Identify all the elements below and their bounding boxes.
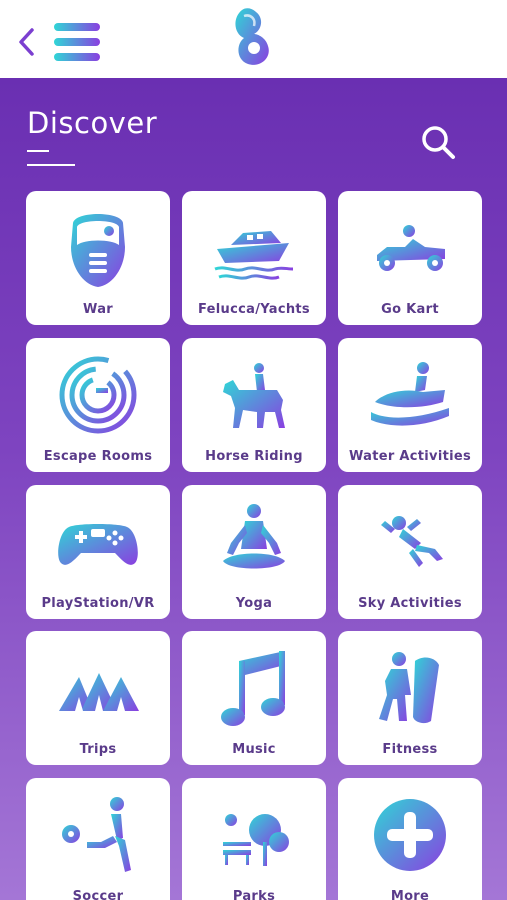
category-card-water-activities[interactable]: Water Activities — [338, 338, 482, 472]
tents-icon — [59, 673, 139, 711]
maze-icon — [59, 356, 137, 434]
music-note-icon — [221, 651, 285, 726]
category-card-music[interactable]: Music — [182, 631, 326, 765]
category-label: Trips — [79, 742, 117, 757]
horse-rider-icon — [223, 363, 285, 428]
category-label: PlayStation/VR — [41, 596, 155, 611]
category-card-playstation-vr[interactable]: PlayStation/VR — [26, 485, 170, 619]
category-label: Felucca/Yachts — [198, 302, 310, 317]
jet-ski-icon — [371, 362, 449, 426]
soccer-player-icon — [62, 797, 131, 872]
category-label: Fitness — [382, 742, 438, 757]
category-label: Soccer — [72, 889, 124, 900]
category-card-soccer[interactable]: Soccer — [26, 778, 170, 900]
fitness-icon — [379, 652, 439, 724]
category-label: Horse Riding — [205, 449, 303, 464]
category-card-fitness[interactable]: Fitness — [338, 631, 482, 765]
plus-icon — [374, 799, 446, 871]
category-card-parks[interactable]: Parks — [182, 778, 326, 900]
title-underline — [27, 150, 49, 152]
gamepad-icon — [58, 524, 138, 565]
category-label: Water Activities — [348, 449, 471, 464]
yacht-icon — [214, 231, 294, 280]
page-title: Discover — [27, 106, 158, 140]
title-underline-long — [27, 164, 75, 166]
yoga-icon — [223, 504, 285, 569]
category-label: Sky Activities — [358, 596, 462, 611]
hamburger-menu-icon[interactable] — [52, 20, 104, 64]
category-card-yachts[interactable]: Felucca/Yachts — [182, 191, 326, 325]
app-logo-icon — [235, 8, 269, 65]
category-label: Escape Rooms — [43, 449, 153, 464]
category-card-go-kart[interactable]: Go Kart — [338, 191, 482, 325]
discover-panel: Discover War Felucca/Yachts Go Kart Esca… — [0, 78, 507, 900]
category-card-horse-riding[interactable]: Horse Riding — [182, 338, 326, 472]
search-icon[interactable] — [418, 122, 458, 162]
category-label: More — [390, 889, 430, 900]
category-card-trips[interactable]: Trips — [26, 631, 170, 765]
category-label: Music — [232, 742, 276, 757]
category-card-more[interactable]: More — [338, 778, 482, 900]
category-label: Parks — [232, 889, 276, 900]
category-card-escape-rooms[interactable]: Escape Rooms — [26, 338, 170, 472]
category-label: War — [83, 302, 113, 317]
go-kart-icon — [377, 225, 445, 271]
category-card-war[interactable]: War — [26, 191, 170, 325]
category-card-yoga[interactable]: Yoga — [182, 485, 326, 619]
paintball-mask-icon — [71, 214, 125, 287]
top-bar — [0, 0, 507, 78]
category-card-sky-activities[interactable]: Sky Activities — [338, 485, 482, 619]
category-label: Go Kart — [381, 302, 439, 317]
skydiver-icon — [381, 516, 443, 567]
back-icon[interactable] — [14, 24, 40, 60]
category-label: Yoga — [235, 596, 273, 611]
park-icon — [223, 814, 289, 866]
